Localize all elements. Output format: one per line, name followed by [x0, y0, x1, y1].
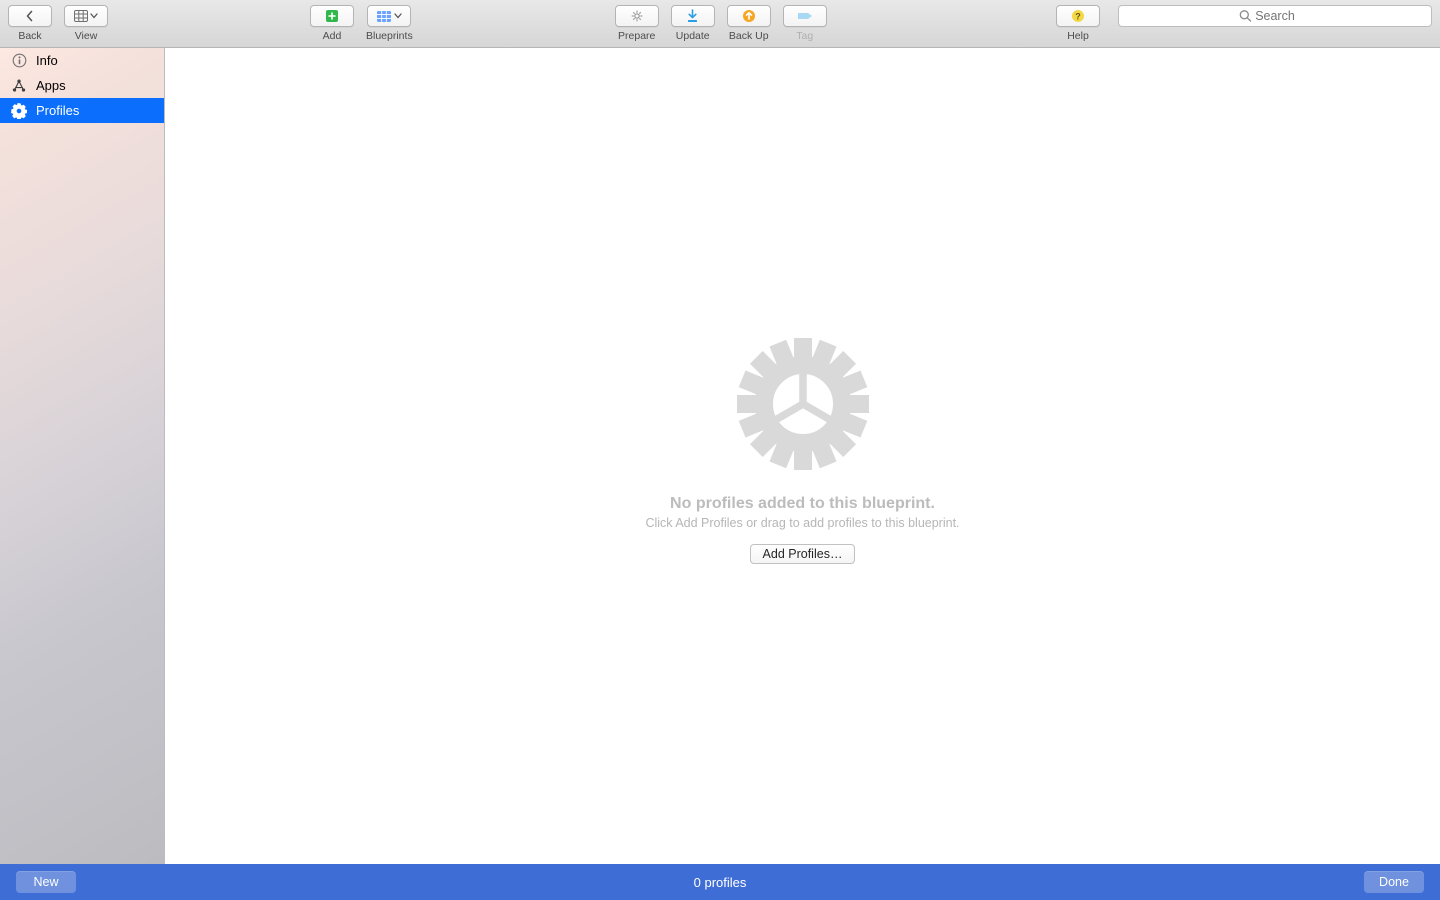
sidebar-item-info[interactable]: Info: [0, 48, 164, 73]
update-label: Update: [676, 30, 710, 42]
view-button[interactable]: [64, 5, 108, 27]
toolbar-group-prepare: Prepare: [615, 5, 659, 42]
gear-large-icon: [728, 329, 878, 479]
blueprints-label: Blueprints: [366, 30, 413, 42]
tag-icon: [796, 10, 814, 22]
add-profiles-button[interactable]: Add Profiles…: [750, 544, 856, 564]
help-label: Help: [1067, 30, 1089, 42]
status-text: 0 profiles: [694, 875, 747, 890]
blueprints-icon: [376, 10, 392, 23]
add-button[interactable]: [310, 5, 354, 27]
download-icon: [686, 9, 699, 23]
done-button[interactable]: Done: [1364, 871, 1424, 893]
sidebar-item-profiles[interactable]: Profiles: [0, 98, 164, 123]
prepare-button[interactable]: [615, 5, 659, 27]
gear-small-icon: [630, 9, 644, 23]
apps-icon: [11, 78, 27, 94]
svg-text:?: ?: [1075, 11, 1081, 21]
back-button[interactable]: [8, 5, 52, 27]
prepare-label: Prepare: [618, 30, 655, 42]
bottom-bar: New 0 profiles Done: [0, 864, 1440, 900]
plus-square-icon: [324, 9, 340, 23]
gear-icon: [11, 103, 27, 119]
upload-circle-icon: [742, 9, 756, 23]
search-wrap: [1118, 5, 1432, 27]
info-icon: [11, 53, 27, 69]
add-label: Add: [323, 30, 342, 42]
toolbar-group-help: ? Help: [1056, 5, 1100, 42]
content: No profiles added to this blueprint. Cli…: [165, 48, 1440, 864]
tag-label: Tag: [796, 30, 813, 42]
help-icon: ?: [1071, 9, 1085, 23]
backup-button[interactable]: [727, 5, 771, 27]
tag-button[interactable]: [783, 5, 827, 27]
blueprints-button[interactable]: [367, 5, 411, 27]
update-button[interactable]: [671, 5, 715, 27]
view-label: View: [75, 30, 98, 42]
chevron-down-icon: [394, 13, 402, 19]
toolbar: Back View Add: [0, 0, 1440, 48]
help-button[interactable]: ?: [1056, 5, 1100, 27]
sidebar-item-label: Profiles: [36, 103, 79, 118]
empty-state: No profiles added to this blueprint. Cli…: [645, 329, 959, 564]
sidebar-item-apps[interactable]: Apps: [0, 73, 164, 98]
toolbar-group-update: Update: [671, 5, 715, 42]
toolbar-group-add: Add: [310, 5, 354, 42]
backup-label: Back Up: [729, 30, 769, 42]
toolbar-group-backup: Back Up: [727, 5, 771, 42]
toolbar-group-view: View: [64, 5, 108, 42]
toolbar-group-blueprints: Blueprints: [366, 5, 413, 42]
empty-subtitle: Click Add Profiles or drag to add profil…: [645, 516, 959, 530]
chevron-down-icon: [90, 13, 98, 19]
toolbar-group-tag: Tag: [783, 5, 827, 42]
body: Info Apps Profile: [0, 48, 1440, 864]
back-label: Back: [18, 30, 41, 42]
sidebar-item-label: Apps: [36, 78, 66, 93]
empty-title: No profiles added to this blueprint.: [670, 495, 935, 513]
grid-icon: [74, 10, 88, 22]
toolbar-group-back: Back: [8, 5, 52, 42]
search-input[interactable]: [1118, 5, 1432, 27]
new-button[interactable]: New: [16, 871, 76, 893]
chevron-left-icon: [25, 10, 35, 22]
sidebar-item-label: Info: [36, 53, 58, 68]
sidebar: Info Apps Profile: [0, 48, 165, 864]
